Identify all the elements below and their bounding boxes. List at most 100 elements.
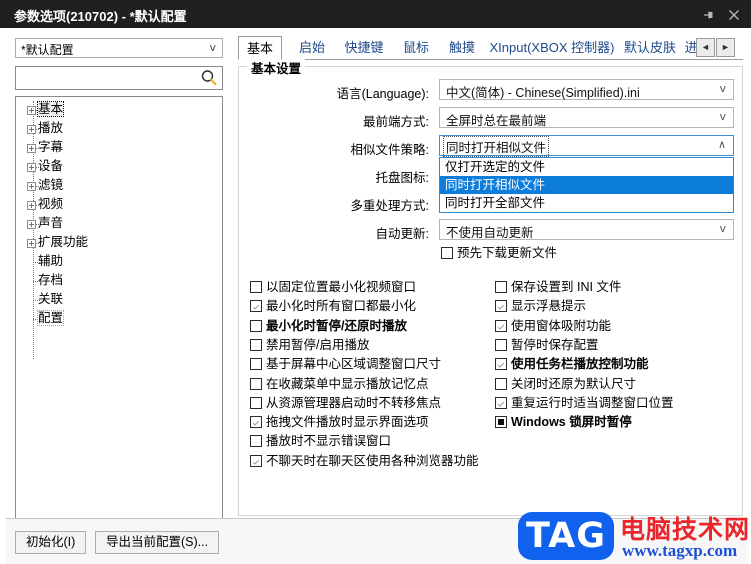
- language-select[interactable]: 中文(简体) - Chinese(Simplified).ini v: [439, 79, 734, 100]
- checkbox-prefetch-update-files[interactable]: 预先下载更新文件: [441, 245, 557, 263]
- sidebar-tree-item-label: 关联: [38, 292, 64, 306]
- tab-label: 默认皮肤: [623, 40, 676, 55]
- checkbox-label: Windows 锁屏时暂停: [511, 415, 632, 430]
- sidebar-tree-item[interactable]: 扩展功能: [16, 234, 222, 253]
- label-auto-update: 自动更新:: [375, 227, 429, 241]
- chevron-up-icon: ∧: [717, 138, 726, 151]
- auto-update-select[interactable]: 不使用自动更新 v: [439, 219, 734, 240]
- checkbox-label: 以固定位置最小化视频窗口: [266, 280, 417, 294]
- checkbox-box: [495, 358, 507, 371]
- expand-plus-icon[interactable]: [27, 144, 36, 153]
- tab-3[interactable]: 快捷键: [330, 36, 398, 60]
- sidebar-tree-item[interactable]: 辅助: [16, 253, 222, 272]
- sidebar-tree-item[interactable]: 字幕: [16, 139, 222, 158]
- tab-7[interactable]: 默认皮肤: [614, 36, 686, 60]
- tab-label: 快捷键: [344, 40, 384, 55]
- search-input[interactable]: [19, 69, 198, 89]
- dropdown-option[interactable]: 同时打开相似文件: [440, 176, 733, 194]
- sidebar-tree-item[interactable]: 基本: [16, 101, 222, 120]
- checkbox-box: [495, 338, 507, 351]
- tab-1[interactable]: 基本: [238, 36, 282, 60]
- tab-scroll-right-button[interactable]: ►: [716, 38, 735, 57]
- sidebar-tree-item[interactable]: 关联: [16, 291, 222, 310]
- tab-2[interactable]: 启始: [284, 36, 340, 60]
- dropdown-option[interactable]: 仅打开选定的文件: [440, 158, 733, 176]
- label-topmost-mode: 最前端方式:: [363, 115, 429, 129]
- search-icon[interactable]: [200, 69, 218, 87]
- tab-scroll-buttons: ◄ ►: [696, 38, 736, 57]
- initialize-button[interactable]: 初始化(I): [15, 531, 87, 554]
- tab-label: 触摸: [448, 40, 475, 55]
- parameter-options-window: 参数选项(210702) - *默认配置 *默认配置 v 基本 播放 字幕 设备…: [0, 0, 751, 564]
- label-tray-icon: 托盘图标:: [375, 171, 429, 185]
- checkbox-label: 最小化时所有窗口都最小化: [266, 299, 417, 314]
- sidebar-tree-item[interactable]: 存档: [16, 272, 222, 291]
- chevron-down-icon: v: [719, 82, 726, 95]
- export-config-button[interactable]: 导出当前配置(S)...: [95, 531, 220, 554]
- search-box[interactable]: [15, 66, 223, 90]
- expand-plus-icon[interactable]: [27, 106, 36, 115]
- checkbox-box: [250, 358, 262, 371]
- checkbox-option[interactable]: 使用窗体吸附功能: [495, 318, 611, 336]
- checkbox-box: [250, 377, 262, 390]
- sidebar-tree-item[interactable]: 声音: [16, 215, 222, 234]
- expand-plus-icon[interactable]: [27, 239, 36, 248]
- tab-bar: 进默认皮肤 XInput(XBOX 控制器) 触摸 鼠标 快捷键 启始 基本 ◄ ►: [238, 36, 738, 60]
- tab-scroll-left-button[interactable]: ◄: [696, 38, 715, 57]
- pin-icon[interactable]: [695, 0, 721, 28]
- sidebar-tree-item[interactable]: 设备: [16, 158, 222, 177]
- sidebar-tree-item[interactable]: 配置: [16, 310, 222, 329]
- checkbox-option[interactable]: 从资源管理器启动时不转移焦点: [250, 395, 441, 413]
- checkbox-option[interactable]: 最小化时暂停/还原时播放: [250, 318, 407, 336]
- checkbox-box: [495, 377, 507, 390]
- checkbox-box: [495, 416, 507, 429]
- dropdown-option[interactable]: 同时打开全部文件: [440, 194, 733, 212]
- checkbox-label: 关闭时还原为默认尺寸: [511, 376, 637, 391]
- checkbox-option[interactable]: Windows 锁屏时暂停: [495, 414, 632, 432]
- settings-tree[interactable]: 基本 播放字幕设备滤镜 视频 声音 扩展功能 辅助 存档 关联配置: [15, 96, 223, 536]
- chevron-down-icon: v: [719, 222, 726, 235]
- tab-6[interactable]: XInput(XBOX 控制器): [480, 36, 624, 60]
- expand-plus-icon[interactable]: [27, 182, 36, 191]
- checkbox-label: 最小化时暂停/还原时播放: [266, 318, 407, 333]
- checkbox-option[interactable]: 重复运行时适当调整窗口位置: [495, 395, 674, 413]
- checkbox-option[interactable]: 使用任务栏播放控制功能: [495, 356, 649, 374]
- checkbox-option[interactable]: 最小化时所有窗口都最小化: [250, 298, 416, 316]
- checkbox-option[interactable]: 播放时不显示错误窗口: [250, 433, 391, 451]
- expand-plus-icon[interactable]: [27, 125, 36, 134]
- sidebar-tree-item-label: 字幕: [38, 140, 64, 154]
- language-select-value: 中文(简体) - Chinese(Simplified).ini: [446, 86, 640, 100]
- expand-plus-icon[interactable]: [27, 201, 36, 210]
- checkbox-option[interactable]: 基于屏幕中心区域调整窗口尺寸: [250, 356, 441, 374]
- sidebar-tree-item[interactable]: 视频: [16, 196, 222, 215]
- checkbox-box: [441, 247, 453, 259]
- chevron-down-icon: v: [209, 41, 216, 54]
- sidebar-tree-item-label: 设备: [38, 159, 64, 173]
- checkbox-option[interactable]: 在收藏菜单中显示播放记忆点: [250, 376, 429, 394]
- topmost-mode-select[interactable]: 全屏时总在最前端 v: [439, 107, 734, 128]
- checkbox-label: 基于屏幕中心区域调整窗口尺寸: [266, 357, 442, 372]
- similar-file-policy-dropdown[interactable]: 仅打开选定的文件 同时打开相似文件 同时打开全部文件: [439, 157, 734, 213]
- checkbox-option[interactable]: 保存设置到 INI 文件: [495, 279, 621, 297]
- checkbox-option[interactable]: 拖拽文件播放时显示界面选项: [250, 414, 429, 432]
- similar-file-policy-select[interactable]: 同时打开相似文件 ∧: [439, 135, 734, 157]
- checkbox-option[interactable]: 不聊天时在聊天区使用各种浏览器功能: [250, 453, 479, 471]
- checkbox-option[interactable]: 暂停时保存配置: [495, 337, 599, 355]
- checkbox-option[interactable]: 显示浮悬提示: [495, 298, 586, 316]
- window-body: *默认配置 v 基本 播放 字幕 设备 滤镜 视频 声音 扩展功能 辅助 存档 关联 配置: [0, 28, 751, 564]
- profile-select[interactable]: *默认配置 v: [15, 38, 223, 58]
- close-icon[interactable]: [721, 0, 747, 28]
- sidebar-tree-item[interactable]: 播放: [16, 120, 222, 139]
- checkbox-box: [250, 338, 262, 351]
- checkbox-label: 在收藏菜单中显示播放记忆点: [266, 376, 429, 391]
- checkbox-box: [250, 281, 262, 293]
- expand-plus-icon[interactable]: [27, 220, 36, 229]
- checkbox-option[interactable]: 禁用暂停/启用播放: [250, 337, 369, 355]
- checkbox-label: 保存设置到 INI 文件: [511, 280, 622, 294]
- sidebar-tree-item-label: 播放: [38, 121, 64, 135]
- sidebar-tree-item[interactable]: 滤镜: [16, 177, 222, 196]
- checkbox-option[interactable]: 以固定位置最小化视频窗口: [250, 279, 416, 297]
- expand-plus-icon[interactable]: [27, 163, 36, 172]
- chevron-down-icon: v: [719, 110, 726, 123]
- checkbox-option[interactable]: 关闭时还原为默认尺寸: [495, 376, 636, 394]
